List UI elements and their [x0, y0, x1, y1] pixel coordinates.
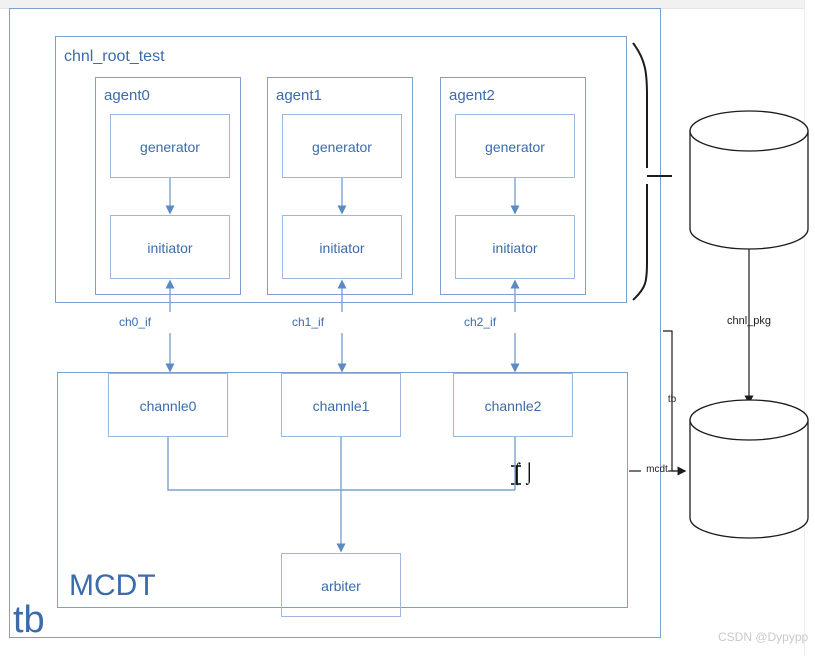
channle1-label: channle1	[312, 398, 370, 414]
tb-edge-label: tb	[667, 394, 677, 405]
agent0-generator-box[interactable]: generator	[110, 114, 230, 178]
agent2-generator-box[interactable]: generator	[455, 114, 575, 178]
agent1-initiator-label: initiator	[319, 240, 365, 256]
ch2-if-label: ch2_if	[464, 315, 497, 329]
agent1-generator-box[interactable]: generator	[282, 114, 402, 178]
agent0-label: agent0	[104, 87, 150, 104]
agent0-initiator-box[interactable]: initiator	[110, 215, 230, 279]
mcdt-edge-label: mcdt	[646, 464, 668, 475]
mcdt-label: MCDT	[69, 569, 156, 602]
agent0-initiator-label: initiator	[147, 240, 193, 256]
arbiter-box[interactable]: arbiter	[281, 553, 401, 617]
work-library-line2-label: library	[727, 474, 771, 491]
agent1-label: agent1	[276, 87, 322, 104]
channle1-box[interactable]: channle1	[281, 373, 401, 437]
agent2-generator-label: generator	[485, 139, 545, 155]
chnl-root-test-label: chnl_root_test	[64, 48, 165, 65]
agent1-generator-label: generator	[312, 139, 372, 155]
channle0-label: channle0	[139, 398, 197, 414]
ch0-if-label: ch0_if	[119, 315, 152, 329]
chnl-pkg-cylinder-label: chnl_pkg	[716, 160, 782, 177]
work-library-line1-label: work	[732, 452, 766, 469]
diagram-canvas: chnl_root_test agent0 generator initiato…	[0, 0, 815, 656]
tb-label: tb	[13, 599, 45, 641]
agent0-generator-label: generator	[140, 139, 200, 155]
chnl-pkg-cylinder	[689, 110, 809, 250]
text-cursor-icon: ⌠⌡	[511, 462, 536, 484]
channle2-label: channle2	[484, 398, 542, 414]
agent2-initiator-box[interactable]: initiator	[455, 215, 575, 279]
arbiter-label: arbiter	[321, 578, 361, 594]
ch1-if-label: ch1_if	[292, 315, 325, 329]
channle0-box[interactable]: channle0	[108, 373, 228, 437]
agent1-initiator-box[interactable]: initiator	[282, 215, 402, 279]
agent2-label: agent2	[449, 87, 495, 104]
chnl-pkg-arrow-label: chnl_pkg	[726, 315, 772, 327]
csdn-watermark: CSDN @Dypypp	[718, 630, 809, 644]
agent2-initiator-label: initiator	[492, 240, 538, 256]
channle2-box[interactable]: channle2	[453, 373, 573, 437]
window-right-strip	[804, 0, 815, 656]
